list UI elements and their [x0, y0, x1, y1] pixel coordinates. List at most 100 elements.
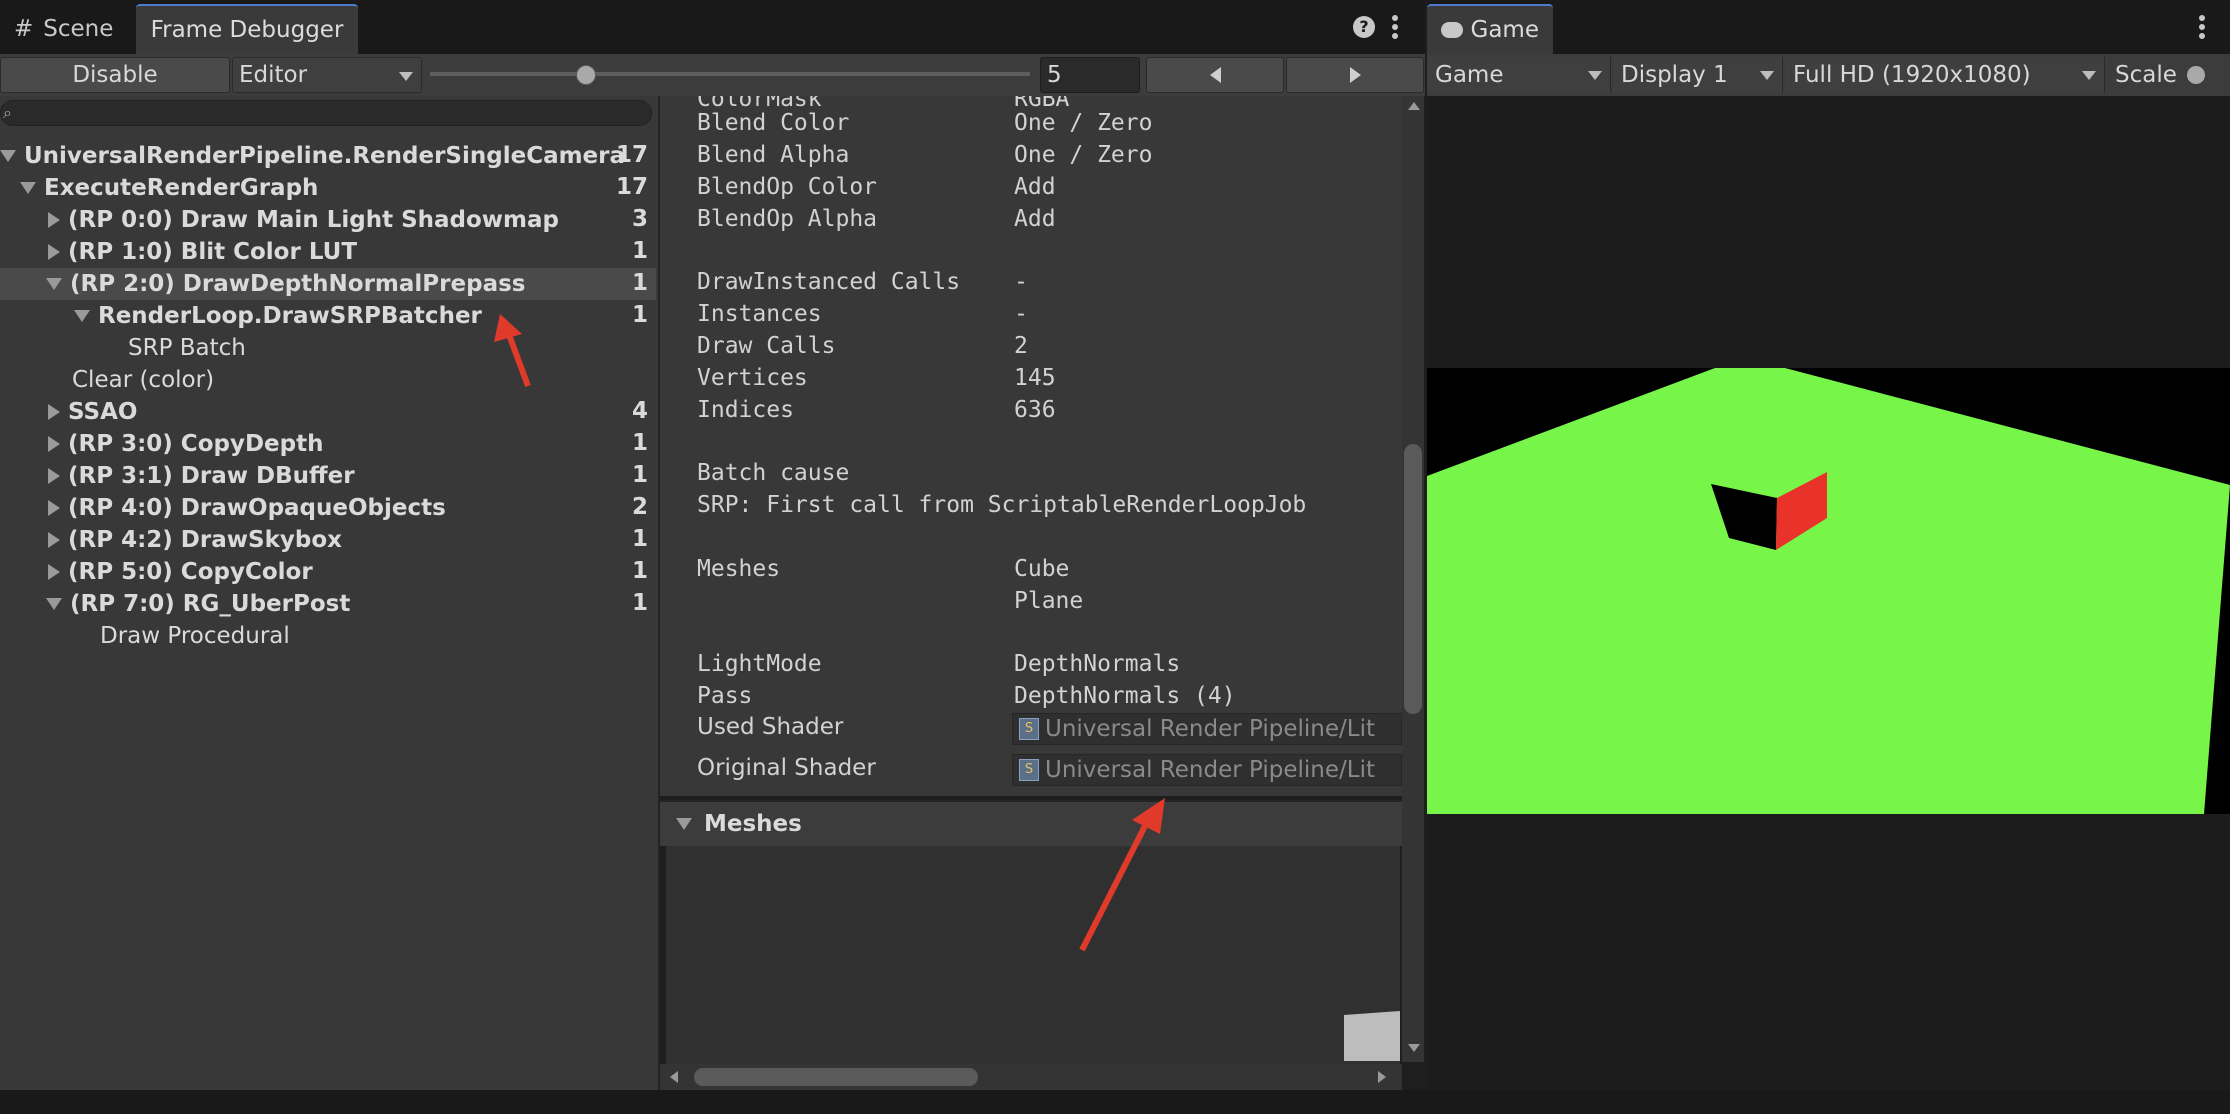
detail-value: -: [1014, 301, 1028, 327]
arrow-right-icon: [1349, 67, 1361, 83]
event-slider-handle[interactable]: [576, 65, 596, 85]
scroll-right-icon[interactable]: [1378, 1071, 1386, 1083]
detail-value: -: [1014, 269, 1028, 295]
tree-row-label: (RP 4:2) DrawSkybox: [68, 527, 342, 553]
tree-row[interactable]: (RP 0:0) Draw Main Light Shadowmap 3: [0, 204, 656, 236]
detail-key: Draw Calls: [697, 333, 836, 359]
search-icon: ⌕: [3, 103, 12, 122]
tree-row[interactable]: (RP 5:0) CopyColor 1: [0, 556, 656, 588]
tab-scene-label: Scene: [43, 16, 114, 42]
event-slider-track[interactable]: [430, 72, 1030, 76]
next-event-button[interactable]: [1286, 57, 1424, 93]
gamepad-icon: [1441, 22, 1463, 38]
tree-row-count: 1: [631, 558, 648, 584]
tree-row[interactable]: (RP 1:0) Blit Color LUT 1: [0, 236, 656, 268]
tree-row-label: SSAO: [68, 399, 138, 425]
annotation-arrow-icon: [1079, 798, 1165, 952]
used-shader-label: Used Shader: [697, 714, 844, 740]
collapsed-triangle-icon: [48, 564, 60, 580]
detail-value: Add: [1014, 174, 1056, 200]
frame-debugger-tabbar: # Scene Frame Debugger ?: [0, 0, 1425, 54]
expanded-triangle-icon: [676, 818, 692, 830]
meshes-foldout-header[interactable]: Meshes: [660, 800, 1402, 846]
tree-row-count: 1: [631, 462, 648, 488]
tree-row[interactable]: (RP 4:0) DrawOpaqueObjects 2: [0, 492, 656, 524]
disable-button[interactable]: Disable: [0, 57, 230, 93]
tree-row[interactable]: (RP 4:2) DrawSkybox 1: [0, 524, 656, 556]
tree-row[interactable]: (RP 7:0) RG_UberPost 1: [0, 588, 656, 620]
game-view-viewport[interactable]: [1427, 96, 2230, 1090]
tree-row-count: 17: [615, 142, 648, 168]
scale-slider-handle[interactable]: [2186, 66, 2205, 84]
meshes-foldout-title: Meshes: [704, 811, 802, 837]
scroll-up-icon[interactable]: [1408, 102, 1420, 110]
kebab-menu-icon[interactable]: [2199, 12, 2205, 42]
kebab-menu-icon[interactable]: [1392, 12, 1398, 42]
tree-row[interactable]: Draw Procedural: [0, 620, 656, 652]
chevron-down-icon: [1760, 71, 1774, 80]
search-field[interactable]: [23, 101, 627, 127]
tree-row[interactable]: Clear (color): [0, 364, 656, 396]
collapsed-triangle-icon: [48, 436, 60, 452]
frame-debugger-toolbar: Disable Editor 5: [0, 54, 1425, 97]
mesh-name: Plane: [1014, 588, 1084, 614]
expanded-triangle-icon: [74, 310, 90, 322]
lightmode-label: LightMode: [697, 651, 822, 677]
previous-event-button[interactable]: [1146, 57, 1284, 93]
detail-value: Add: [1014, 206, 1056, 232]
tree-row-count: 1: [631, 590, 648, 616]
tree-row[interactable]: RenderLoop.DrawSRPBatcher 1: [0, 300, 656, 332]
used-shader-field[interactable]: S Universal Render Pipeline/Lit: [1012, 713, 1402, 745]
shader-icon: S: [1019, 759, 1039, 781]
event-details-panel: ColorMask RGBA Blend Color One / Zero Bl…: [660, 96, 1402, 796]
original-shader-value: Universal Render Pipeline/Lit: [1045, 757, 1375, 783]
help-icon[interactable]: ?: [1353, 16, 1375, 38]
scale-control[interactable]: Scale: [2115, 57, 2205, 93]
tree-row-label: (RP 2:0) DrawDepthNormalPrepass: [70, 271, 526, 297]
vertical-scroll-thumb[interactable]: [1404, 444, 1422, 714]
tree-row-count: 1: [631, 526, 648, 552]
tree-row-root[interactable]: UniversalRenderPipeline.RenderSingleCame…: [0, 140, 656, 172]
original-shader-label: Original Shader: [697, 755, 876, 781]
detail-value: One / Zero: [1014, 110, 1153, 136]
original-shader-field[interactable]: S Universal Render Pipeline/Lit: [1012, 754, 1402, 786]
tree-row-count: 1: [631, 430, 648, 456]
tree-row[interactable]: SRP Batch: [0, 332, 656, 364]
shader-icon: S: [1019, 718, 1039, 740]
collapsed-triangle-icon: [48, 468, 60, 484]
game-mode-dropdown[interactable]: Game: [1427, 57, 1611, 93]
tab-frame-debugger[interactable]: Frame Debugger: [136, 4, 358, 54]
disable-button-label: Disable: [72, 62, 158, 88]
scale-label: Scale: [2115, 62, 2177, 88]
tree-row-execute-render-graph[interactable]: ExecuteRenderGraph 17: [0, 172, 656, 204]
resolution-dropdown[interactable]: Full HD (1920x1080): [1785, 57, 2105, 93]
pass-value: DepthNormals (4): [1014, 683, 1236, 709]
detail-key: Indices: [697, 397, 794, 423]
scroll-left-icon[interactable]: [670, 1071, 678, 1083]
chevron-down-icon: [399, 72, 413, 81]
detail-key: BlendOp Color: [697, 174, 878, 200]
details-horizontal-scrollbar[interactable]: [660, 1064, 1402, 1090]
tree-row[interactable]: (RP 3:0) CopyDepth 1: [0, 428, 656, 460]
detail-value: 636: [1014, 397, 1056, 423]
mesh-name: Cube: [1014, 556, 1070, 582]
event-index-field[interactable]: 5: [1040, 57, 1140, 93]
tab-scene[interactable]: # Scene: [0, 4, 130, 54]
cube-preview-thumbnail: [1344, 1011, 1400, 1061]
target-dropdown[interactable]: Editor: [232, 57, 422, 93]
tab-game[interactable]: Game: [1427, 4, 1553, 54]
collapsed-triangle-icon: [48, 244, 60, 260]
tree-row[interactable]: (RP 3:1) Draw DBuffer 1: [0, 460, 656, 492]
tree-row-selected[interactable]: (RP 2:0) DrawDepthNormalPrepass 1: [0, 268, 656, 300]
tree-row-label: (RP 0:0) Draw Main Light Shadowmap: [68, 207, 559, 233]
chevron-down-icon: [2082, 71, 2096, 80]
details-vertical-scrollbar[interactable]: [1402, 96, 1424, 1062]
tree-row-count: 4: [631, 398, 648, 424]
tree-row[interactable]: SSAO 4: [0, 396, 656, 428]
tree-row-label: (RP 1:0) Blit Color LUT: [68, 239, 358, 265]
detail-key: Vertices: [697, 365, 808, 391]
scroll-down-icon[interactable]: [1408, 1044, 1420, 1052]
display-dropdown[interactable]: Display 1: [1613, 57, 1783, 93]
horizontal-scroll-thumb[interactable]: [694, 1068, 978, 1086]
search-input[interactable]: ⌕: [0, 100, 652, 127]
